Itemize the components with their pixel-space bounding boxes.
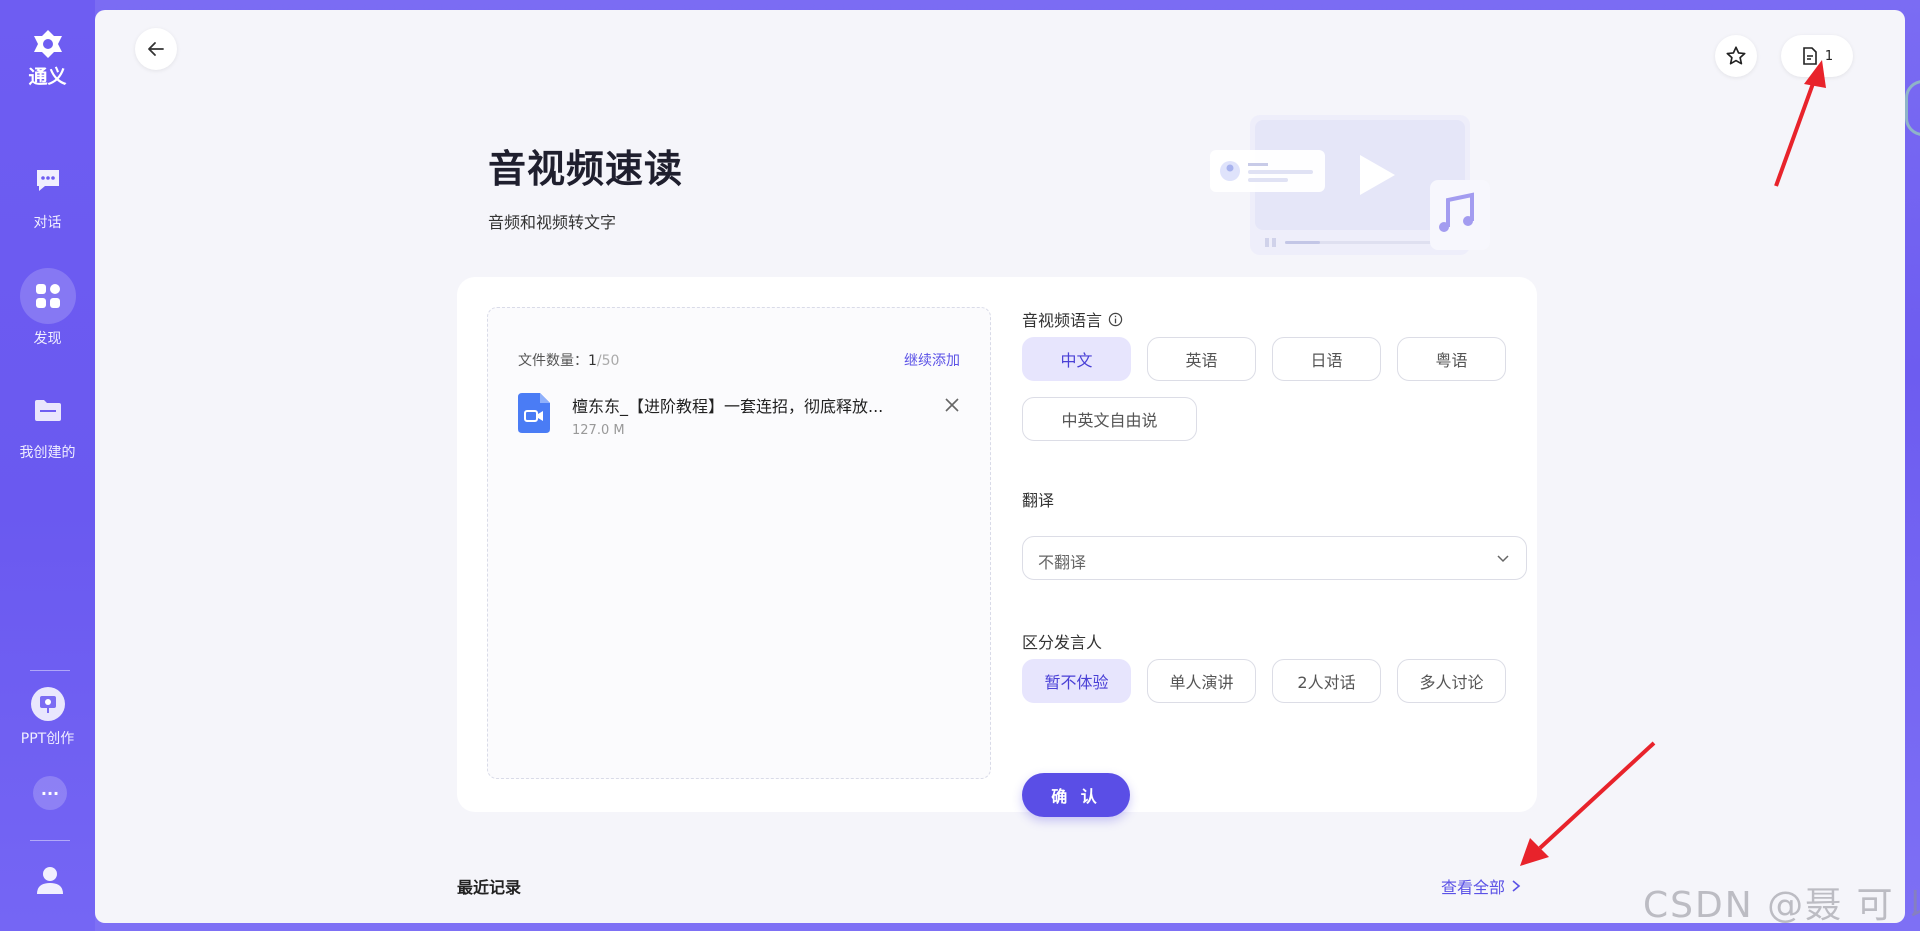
documents-button[interactable]: 1: [1781, 35, 1853, 77]
user-avatar-icon[interactable]: [34, 864, 66, 900]
ppt-icon: [28, 684, 68, 724]
sidebar-item-label: 对话: [33, 215, 62, 231]
logo-text: 通义: [28, 66, 67, 88]
language-option-japanese[interactable]: 日语: [1272, 337, 1381, 381]
star-icon: [1726, 46, 1746, 65]
sidebar-item-discover[interactable]: 发现: [0, 268, 95, 348]
more-button[interactable]: ···: [33, 776, 67, 810]
sidebar-item-my-created[interactable]: 我创建的: [0, 382, 95, 462]
sidebar-item-ppt[interactable]: PPT创作: [0, 684, 95, 748]
chat-icon: [20, 152, 76, 208]
file-count-current: 1: [588, 353, 597, 369]
more-icon: ···: [40, 783, 60, 803]
language-option-chinese[interactable]: 中文: [1022, 337, 1131, 381]
apps-grid-icon: [19, 268, 76, 324]
sidebar-divider: [30, 670, 70, 671]
file-size: 127.0 M: [572, 423, 625, 438]
sidebar-item-label: 发现: [33, 331, 62, 347]
page-title: 音视频速读: [488, 147, 684, 191]
recent-records-label: 最近记录: [457, 878, 522, 897]
file-name: 檀东东_【进阶教程】一套连招，彻底释放...: [572, 397, 884, 416]
app-logo[interactable]: 通义: [0, 28, 95, 89]
arrow-left-icon: [148, 42, 164, 56]
document-count: 1: [1824, 48, 1834, 64]
translate-select[interactable]: 不翻译: [1022, 536, 1527, 580]
add-more-link[interactable]: 继续添加: [904, 350, 960, 370]
language-option-cantonese[interactable]: 粤语: [1397, 337, 1506, 381]
translate-label: 翻译: [1022, 491, 1055, 510]
page-subtitle: 音频和视频转文字: [488, 213, 617, 232]
speaker-option-multi[interactable]: 多人讨论: [1397, 659, 1506, 703]
remove-file-button[interactable]: [944, 397, 960, 417]
confirm-button[interactable]: 确 认: [1022, 773, 1130, 817]
file-count: 文件数量：1/50: [518, 350, 619, 370]
view-all-link[interactable]: 查看全部: [1441, 874, 1521, 898]
sidebar: 通义 对话 发现 我创建的 PPT创作 ···: [0, 0, 95, 931]
chevron-down-icon: [1497, 555, 1509, 563]
document-icon: [1803, 47, 1817, 65]
watermark: CSDN @聂 可 以: [1643, 885, 1920, 926]
video-file-icon: [518, 393, 550, 437]
speaker-option-two[interactable]: 2人对话: [1272, 659, 1381, 703]
back-button[interactable]: [135, 28, 177, 70]
speaker-option-none[interactable]: 暂不体验: [1022, 659, 1131, 703]
translate-select-value: 不翻译: [1038, 553, 1087, 572]
upload-area[interactable]: 文件数量：1/50 继续添加 檀东东_【进阶教程】一套连招，彻底释放... 12…: [487, 307, 991, 779]
chevron-right-icon: [1512, 880, 1521, 892]
folder-icon: [20, 382, 76, 438]
transcribe-card: 文件数量：1/50 继续添加 檀东东_【进阶教程】一套连招，彻底释放... 12…: [457, 277, 1537, 817]
sidebar-item-chat[interactable]: 对话: [0, 152, 95, 232]
edge-widget: [1905, 80, 1920, 136]
sidebar-item-label: 我创建的: [19, 445, 76, 461]
language-option-english[interactable]: 英语: [1147, 337, 1256, 381]
main-panel: 1 音视频速读 音频和视频转文字 文件数量：1/50 继续添加 檀东东_【进阶教…: [95, 10, 1905, 923]
speaker-option-single[interactable]: 单人演讲: [1147, 659, 1256, 703]
sidebar-item-label: PPT创作: [20, 731, 75, 747]
close-icon: [945, 398, 959, 412]
hero-illustration: [1210, 115, 1490, 255]
view-all-text: 查看全部: [1441, 878, 1506, 897]
language-option-mixed[interactable]: 中英文自由说: [1022, 397, 1197, 441]
favorite-button[interactable]: [1715, 35, 1757, 77]
sidebar-divider: [30, 840, 70, 841]
file-item: 檀东东_【进阶教程】一套连招，彻底释放... 127.0 M: [518, 393, 960, 453]
language-label-text: 音视频语言: [1022, 311, 1103, 330]
file-count-label: 文件数量：: [518, 353, 588, 369]
file-count-max: /50: [596, 353, 620, 369]
tongyi-logo-icon: [33, 30, 62, 58]
speaker-label: 区分发言人: [1022, 633, 1103, 652]
info-icon[interactable]: [1108, 312, 1123, 327]
language-section-label: 音视频语言: [1022, 307, 1123, 331]
